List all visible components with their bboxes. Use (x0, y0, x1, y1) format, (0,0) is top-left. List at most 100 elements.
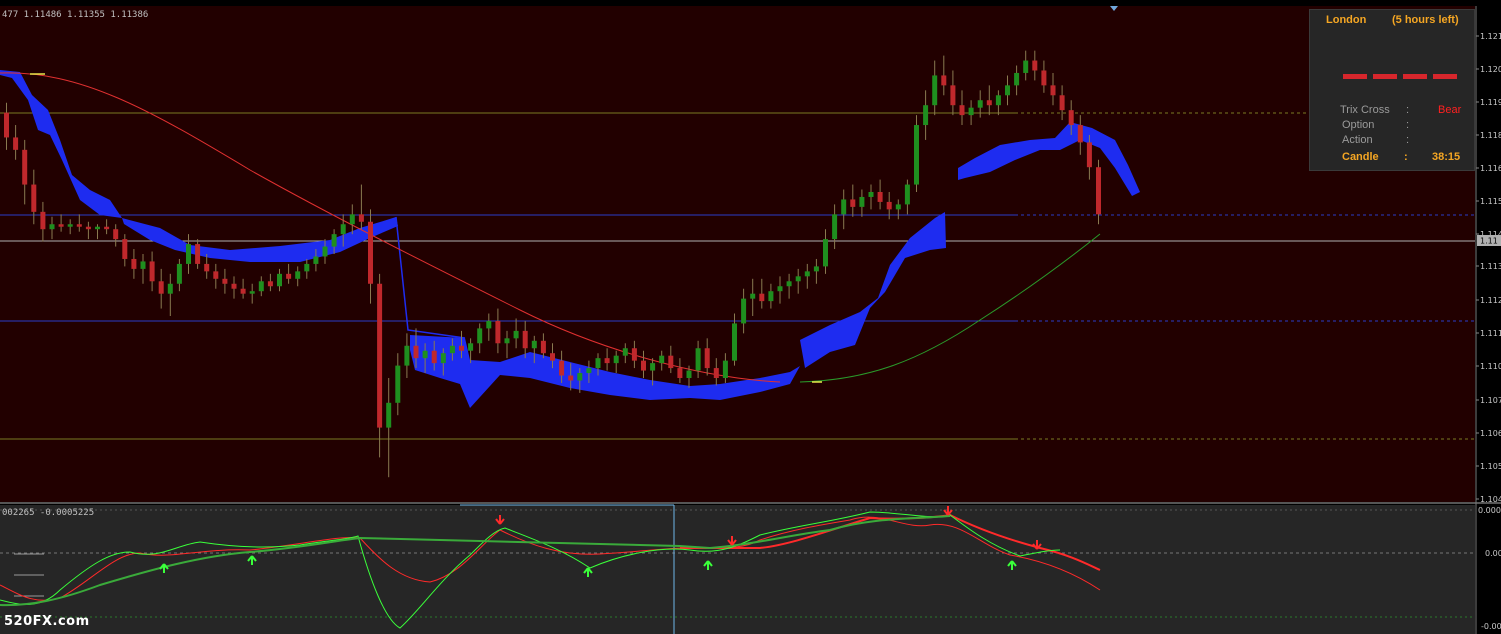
candle-bear (122, 239, 128, 259)
candle-bear (631, 348, 637, 361)
price-readout: 477 1.11486 1.11355 1.11386 (2, 10, 149, 20)
candle-bull (777, 286, 783, 292)
candle-bear (459, 345, 464, 351)
candle-bull (732, 323, 737, 361)
candle-bull (977, 100, 983, 108)
candle-bull (95, 226, 100, 230)
session-time-left: (5 hours left) (1392, 14, 1459, 26)
candle-bear (431, 350, 437, 364)
candle-bear (204, 263, 210, 272)
option-sep: : (1406, 119, 1410, 131)
candle-bear (886, 201, 892, 210)
candle-bear (877, 192, 883, 202)
price-axis-label: 1.111 (1480, 329, 1501, 338)
candle-bull (804, 271, 810, 277)
candle-bull (795, 276, 801, 282)
candle-bear (240, 288, 246, 294)
candle-bear (4, 112, 9, 138)
candle-bull (449, 345, 455, 354)
candle-bear (850, 199, 856, 207)
candle-bear (377, 283, 383, 428)
trix-cross-value: Bear (1438, 104, 1462, 116)
price-axis-label: 1.121 (1480, 32, 1501, 41)
candle-label: Candle (1342, 151, 1379, 163)
price-axis-label: 1.116 (1480, 164, 1501, 173)
price-axis-label: 1.107 (1480, 396, 1501, 405)
candle-bear (1086, 142, 1092, 168)
candle-bear (1096, 167, 1101, 215)
candle-bull (486, 320, 492, 329)
candle-bear (668, 355, 674, 369)
candle-bull (577, 373, 583, 381)
candle-bear (1077, 125, 1083, 143)
candle-bear (1032, 60, 1038, 71)
candle-bull (932, 75, 938, 106)
option-label: Option (1342, 119, 1375, 131)
candle-bull (813, 266, 819, 272)
candle-bear (85, 226, 91, 230)
candle-bear (559, 360, 565, 376)
candle-bear (113, 229, 119, 240)
candle-bull (923, 105, 929, 126)
candle-bull (650, 363, 656, 371)
candle-bull (586, 368, 592, 374)
candle-bull (395, 365, 401, 403)
candle-bull (249, 291, 255, 294)
candle-bull (823, 239, 828, 267)
candle-bull (686, 370, 692, 378)
candle-bull (859, 196, 865, 207)
price-axis-label: 1.119 (1480, 98, 1501, 107)
price-axis-label: 1.110 (1480, 362, 1501, 371)
candle-bull (1014, 72, 1020, 86)
candle-bear (358, 214, 364, 222)
candle-bull (404, 345, 410, 366)
trix-cross-label: Trix Cross (1340, 104, 1390, 116)
candle-bull (49, 224, 55, 230)
candle-bull (340, 224, 346, 235)
candle-bull (304, 263, 310, 272)
candle-bull (331, 234, 337, 247)
candle-bull (995, 95, 1001, 106)
candle-bull (768, 291, 774, 302)
candle-bull (741, 298, 747, 324)
info-panel: London (5 hours left) Trix Cross : Bear … (1309, 9, 1475, 171)
candle-bear (222, 278, 228, 284)
candle-bear (76, 224, 82, 227)
signal-dash (1373, 74, 1397, 79)
candle-bear (1059, 95, 1065, 111)
candle-bear (149, 261, 155, 282)
oscillator-pane-background (0, 505, 1475, 634)
candle-bull (722, 360, 728, 378)
candle-bull (167, 283, 173, 294)
price-axis-label: 1.120 (1480, 65, 1501, 74)
candle-bull (841, 199, 847, 215)
candle-bull (622, 348, 628, 356)
trading-chart[interactable]: 1.1211.1201.1191.1181.1161.1151.1141.113… (0, 0, 1501, 634)
signal-dash (1433, 74, 1457, 79)
candle-bull (1005, 85, 1010, 96)
candle-bull (1023, 60, 1029, 73)
candle-bear (40, 211, 46, 230)
candle-bull (513, 330, 519, 339)
candle-bull (313, 256, 319, 264)
candle-bear (950, 85, 956, 106)
candle-bear (540, 340, 546, 354)
price-axis-label: 1.115 (1480, 197, 1501, 206)
candle-bear (158, 281, 164, 294)
candle-bull (67, 224, 73, 227)
candle-bear (550, 353, 555, 361)
candle-bull (186, 244, 191, 264)
candle-bear (13, 137, 19, 150)
candle-bear (267, 281, 273, 287)
signal-dash (1343, 74, 1367, 79)
candle-bear (231, 283, 237, 289)
candle-bear (31, 184, 37, 212)
candle-bull (440, 353, 446, 364)
candle-bear (495, 320, 501, 344)
candle-bear (195, 244, 201, 264)
candle-sep: : (1404, 151, 1408, 163)
osc-axis-label: 0.000 (1478, 506, 1501, 515)
candle-bull (895, 204, 901, 210)
candle-bull (277, 273, 282, 287)
price-axis-label: 1.113 (1480, 262, 1501, 271)
